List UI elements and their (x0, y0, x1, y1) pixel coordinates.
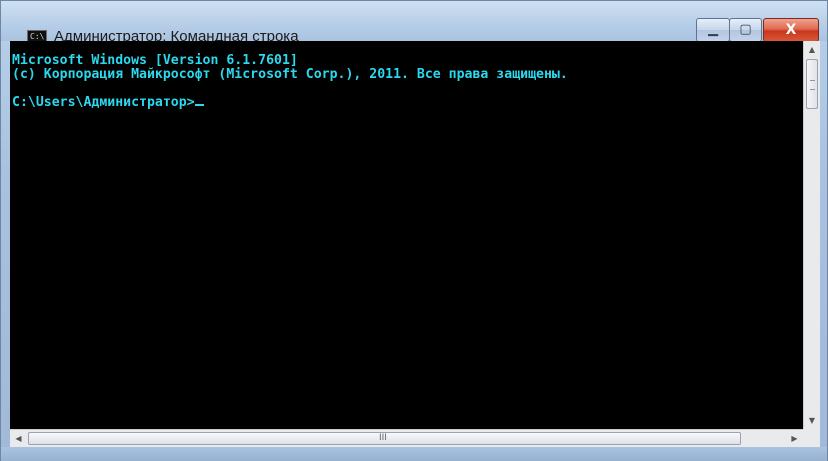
grip-icon: III (379, 433, 387, 443)
scroll-up-icon[interactable]: ▲ (804, 41, 820, 58)
title-bar[interactable]: C:\ Администратор: Командная строка ▁ ▢ … (1, 1, 827, 45)
minimize-button[interactable]: ▁ (696, 18, 730, 42)
horizontal-scroll-thumb[interactable]: III (28, 432, 741, 445)
console-prompt: C:\Users\Администратор> (12, 95, 195, 110)
resize-grip[interactable] (803, 429, 820, 447)
minimize-icon: ▁ (708, 22, 718, 37)
close-button[interactable]: X (763, 18, 819, 42)
vertical-scrollbar[interactable]: ▲ ▼ (803, 41, 820, 429)
scroll-down-icon[interactable]: ▼ (804, 412, 820, 429)
close-icon: X (785, 22, 797, 38)
maximize-button[interactable]: ▢ (729, 18, 762, 42)
grip-icon (810, 80, 815, 90)
cmd-window: C:\ Администратор: Командная строка ▁ ▢ … (0, 0, 828, 461)
console-output[interactable]: Microsoft Windows [Version 6.1.7601] (c)… (10, 41, 803, 429)
horizontal-scrollbar[interactable]: ◀ III ▶ (10, 429, 803, 447)
console-line-copyright: (c) Корпорация Майкрософт (Microsoft Cor… (12, 67, 568, 82)
scroll-right-icon[interactable]: ▶ (786, 430, 803, 447)
vertical-scroll-thumb[interactable] (806, 59, 818, 109)
text-cursor (194, 104, 204, 106)
window-bottom-frame (1, 447, 827, 461)
scroll-left-icon[interactable]: ◀ (10, 430, 27, 447)
console-prompt-line[interactable]: C:\Users\Администратор> (12, 95, 204, 111)
maximize-icon: ▢ (739, 22, 752, 37)
